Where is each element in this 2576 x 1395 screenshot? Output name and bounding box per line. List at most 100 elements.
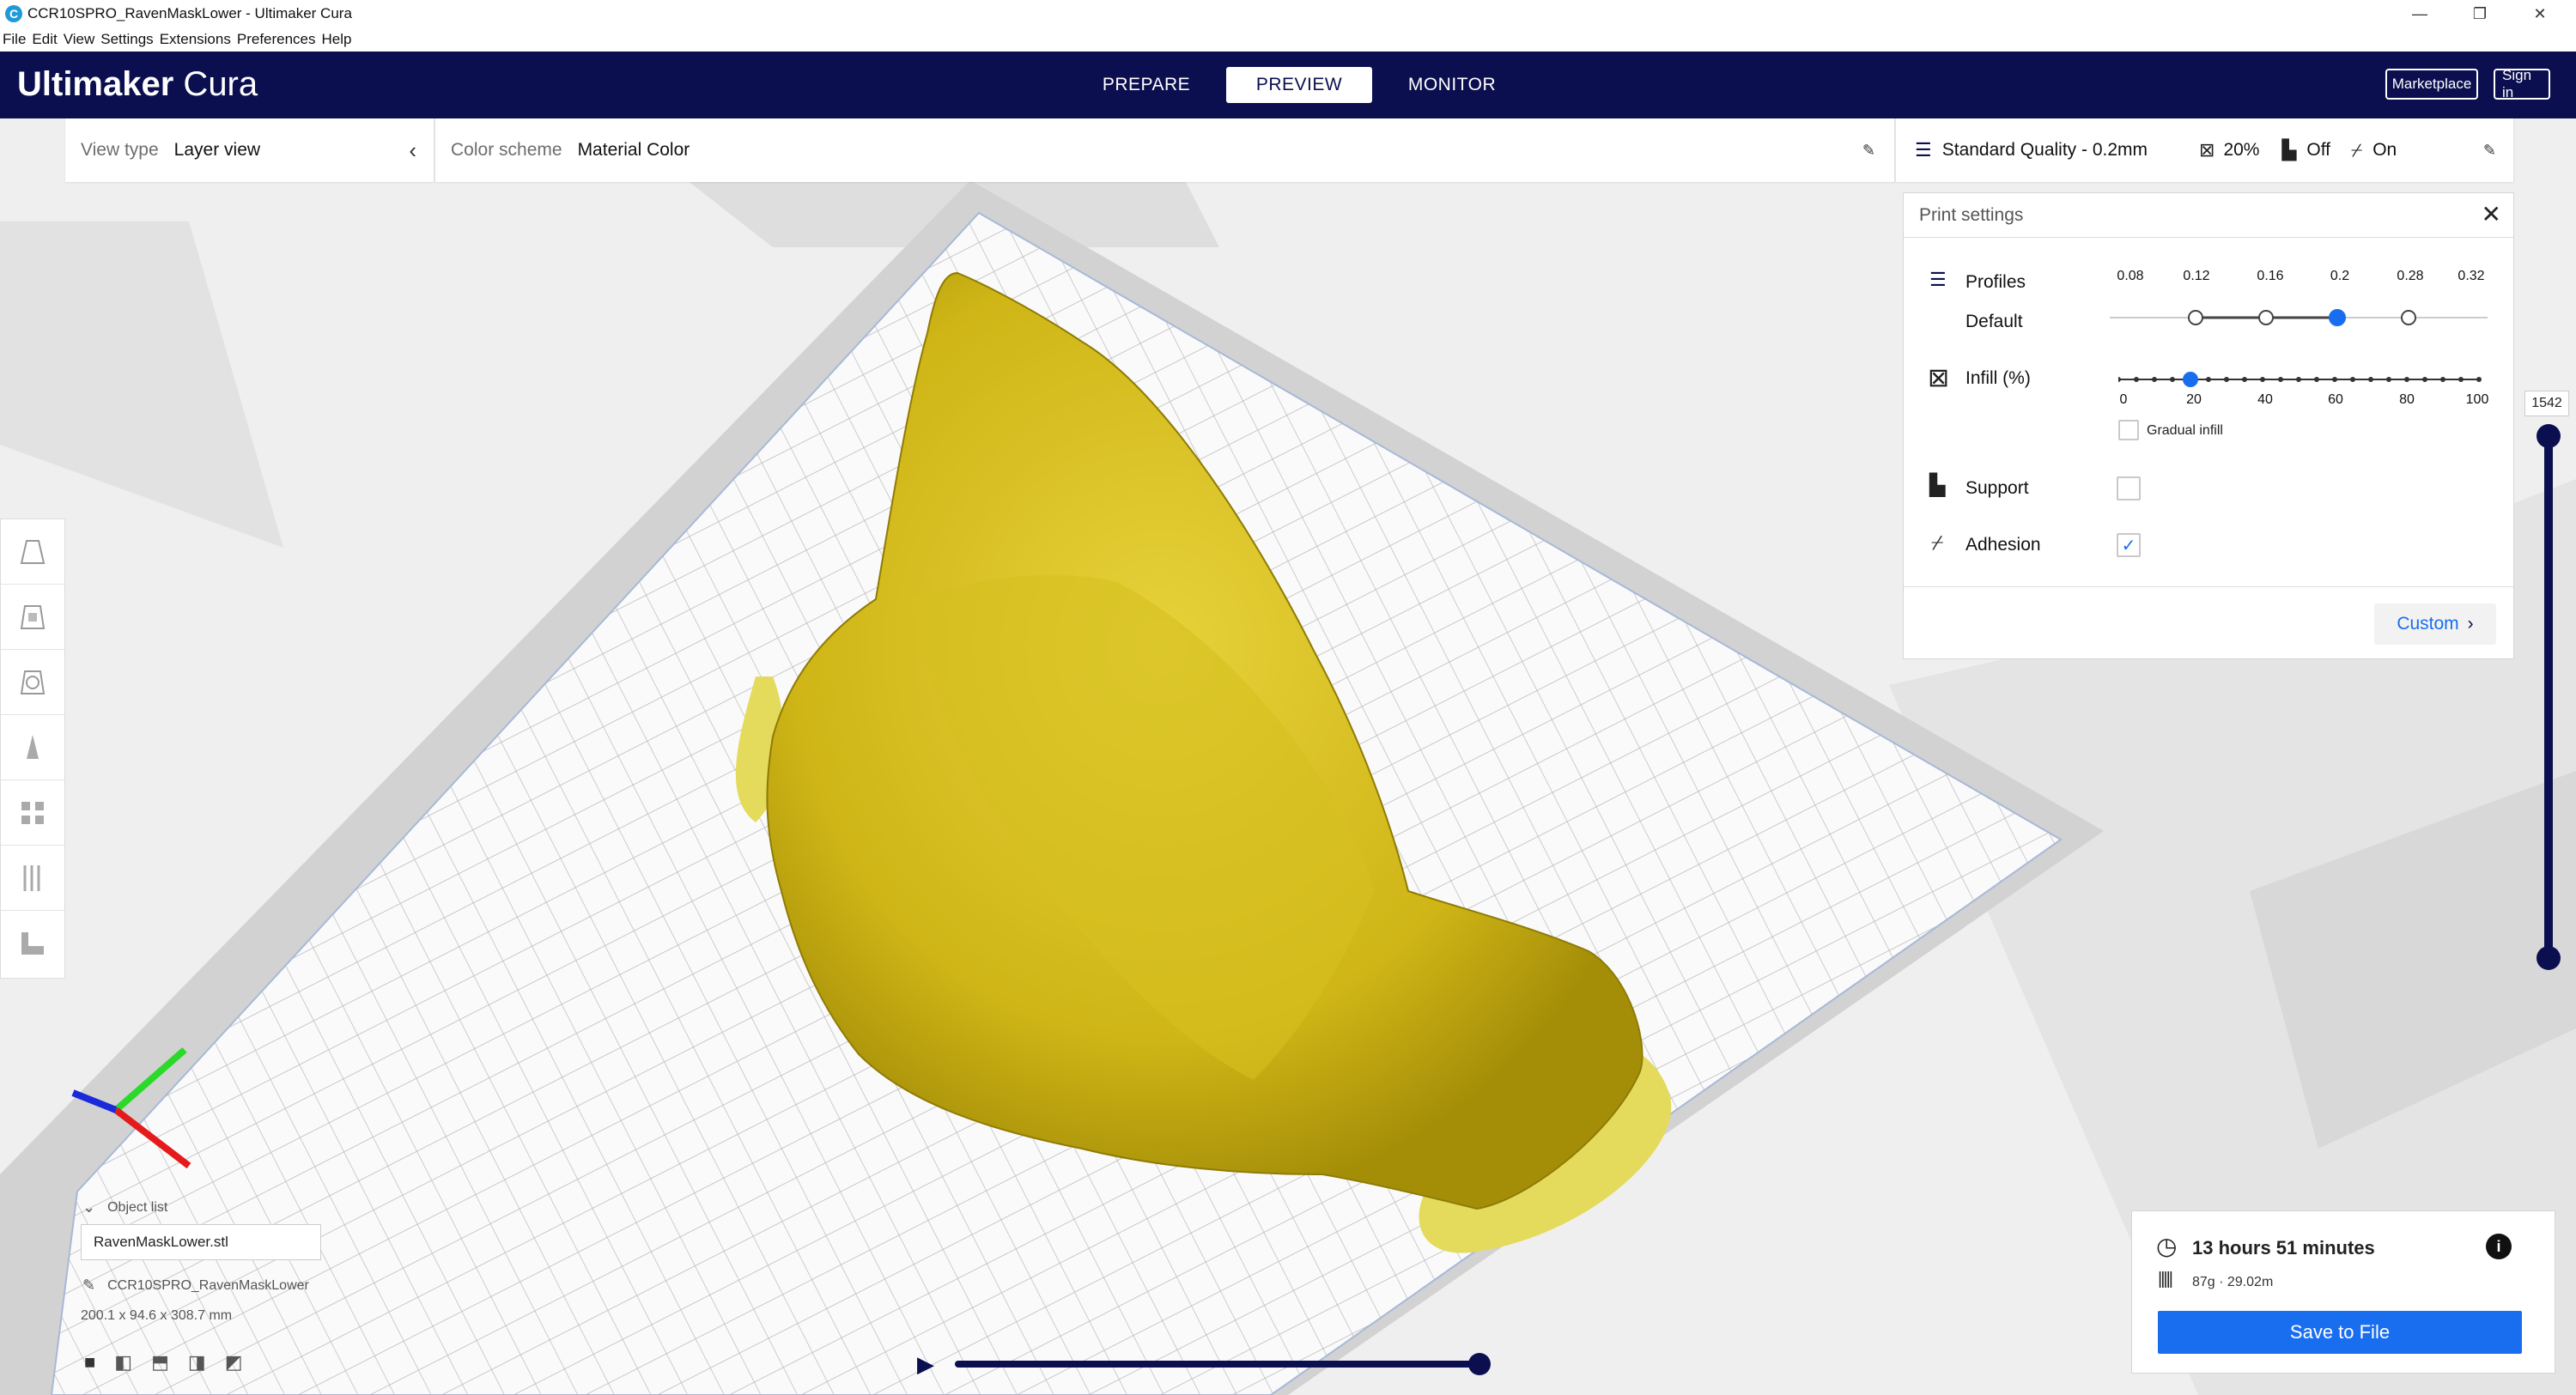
profile-tick-label: 0.28 (2397, 269, 2424, 283)
view-type-panel: View type Layer view ‹ (65, 118, 434, 182)
custom-button-label: Custom (2397, 614, 2459, 634)
profile-slider[interactable] (2110, 305, 2505, 331)
app-header: Ultimaker Cura PREPARE PREVIEW MONITOR M… (0, 52, 2576, 118)
camera-view-buttons: ■ ◧ ⬒ ◨ ◩ (84, 1351, 242, 1374)
infill-value-text: 20% (2223, 140, 2260, 160)
menu-file[interactable]: File (3, 31, 26, 48)
support-icon: ▙ (1929, 474, 1946, 497)
minimize-button[interactable]: — (2396, 0, 2444, 27)
per-model-settings-icon (21, 801, 44, 824)
chevron-left-icon[interactable]: ‹ (409, 137, 416, 164)
support-blocker-tool[interactable] (1, 846, 64, 911)
mirror-icon (27, 734, 39, 759)
adhesion-checkbox[interactable]: ✓ (2117, 533, 2141, 557)
move-tool[interactable] (1, 519, 64, 585)
3d-view-icon[interactable]: ■ (84, 1351, 95, 1374)
mirror-tool[interactable] (1, 715, 64, 780)
close-window-button[interactable]: ✕ (2516, 0, 2564, 27)
top-view-icon[interactable]: ⬒ (151, 1351, 169, 1374)
view-type-dropdown[interactable]: Layer view (174, 140, 260, 161)
model-dimensions: 200.1 x 94.6 x 308.7 mm (81, 1308, 233, 1323)
infill-tick-label: 80 (2399, 392, 2415, 407)
profile-tick-label: 0.12 (2183, 269, 2210, 283)
left-view-icon[interactable]: ◨ (188, 1351, 206, 1374)
sign-in-button[interactable]: Sign in (2494, 67, 2550, 100)
infill-tick-label: 100 (2465, 392, 2489, 407)
pencil-icon[interactable]: ✎ (1862, 142, 1875, 160)
menu-help[interactable]: Help (322, 31, 352, 48)
cura-app-icon: C (5, 5, 22, 22)
gradual-infill-checkbox[interactable] (2118, 420, 2139, 440)
profile-tick-label: 0.08 (2117, 269, 2144, 283)
per-model-settings-tool[interactable] (1, 780, 64, 846)
adhesion-icon: ⌿ (2351, 139, 2363, 161)
material-usage: 87g · 29.02m (2192, 1275, 2274, 1289)
tab-preview[interactable]: PREVIEW (1226, 67, 1372, 103)
left-toolbar (0, 519, 65, 979)
layer-slider-track[interactable] (2544, 434, 2553, 959)
infill-tick-label: 60 (2328, 392, 2343, 407)
pencil-icon[interactable]: ✎ (2483, 142, 2496, 160)
divider (1904, 586, 2513, 587)
scale-icon (20, 604, 46, 629)
menu-view[interactable]: View (64, 31, 95, 48)
layer-slider-top-handle[interactable] (2537, 424, 2561, 448)
color-scheme-dropdown[interactable]: Material Color (578, 140, 690, 161)
adhesion-label: Adhesion (1965, 535, 2041, 555)
profile-slider-stop[interactable] (2401, 310, 2416, 325)
infill-icon: ⊠ (1928, 364, 1950, 392)
layer-path-handle[interactable] (1468, 1353, 1491, 1375)
menu-settings[interactable]: Settings (100, 31, 153, 48)
save-to-file-button[interactable]: Save to File (2158, 1311, 2522, 1354)
layer-slider-bottom-handle[interactable] (2537, 946, 2561, 970)
adhesion-value-text: On (2372, 140, 2397, 160)
menu-edit[interactable]: Edit (32, 31, 57, 48)
rotate-tool[interactable] (1, 650, 64, 715)
restore-button[interactable]: ❐ (2456, 0, 2504, 27)
profile-tick-label: 0.2 (2330, 269, 2350, 283)
infill-tick-label: 0 (2119, 392, 2128, 407)
support-checkbox[interactable] (2117, 476, 2141, 500)
layer-path-slider[interactable] (955, 1361, 1484, 1368)
print-settings-panel: Print settings ✕ ☰ Profiles Default 0.08… (1903, 192, 2514, 659)
lay-flat-tool[interactable] (1, 911, 64, 976)
job-name-row[interactable]: ✎ CCR10SPRO_RavenMaskLower (82, 1277, 309, 1295)
object-list-item[interactable]: RavenMaskLower.stl (81, 1224, 321, 1260)
custom-settings-button[interactable]: Custom › (2374, 603, 2496, 645)
info-icon[interactable]: i (2486, 1234, 2512, 1259)
tab-monitor[interactable]: MONITOR (1379, 67, 1525, 103)
infill-icon: ⊠ (2199, 139, 2215, 161)
infill-slider-handle[interactable] (2183, 372, 2198, 387)
print-setup-bar[interactable]: ☰ Standard Quality - 0.2mm ⊠ 20% ▙ Off ⌿… (1896, 118, 2514, 182)
barcode-icon: ||||| (2158, 1270, 2173, 1289)
tab-prepare[interactable]: PREPARE (1073, 67, 1219, 103)
move-icon (20, 539, 46, 564)
scale-tool[interactable] (1, 585, 64, 650)
support-value-text: Off (2306, 140, 2331, 160)
profile-tick-label: 0.32 (2458, 269, 2485, 283)
profiles-label: Profiles (1965, 272, 2026, 292)
gradual-infill-label: Gradual infill (2147, 423, 2223, 438)
profiles-default-label: Default (1965, 312, 2023, 331)
pencil-icon: ✎ (82, 1277, 96, 1294)
object-list-toggle[interactable]: ⌄ Object list (82, 1198, 167, 1216)
close-icon[interactable]: ✕ (2482, 200, 2501, 228)
marketplace-button[interactable]: Marketplace (2385, 69, 2478, 100)
print-settings-title: Print settings (1919, 204, 2024, 225)
infill-tick-label: 40 (2257, 392, 2273, 407)
layer-number-box[interactable]: 1542 (2524, 391, 2569, 416)
profile-tick-label: 0.16 (2257, 269, 2284, 283)
menu-preferences[interactable]: Preferences (237, 31, 316, 48)
right-view-icon[interactable]: ◩ (225, 1351, 243, 1374)
play-icon[interactable]: ▶ (917, 1351, 934, 1378)
infill-tick-label: 20 (2186, 392, 2202, 407)
infill-slider[interactable] (2118, 369, 2488, 390)
adhesion-icon: ⌿ (1931, 531, 1944, 555)
profile-slider-handle[interactable] (2329, 309, 2346, 326)
color-scheme-label: Color scheme (451, 140, 562, 160)
menu-extensions[interactable]: Extensions (160, 31, 231, 48)
machine-frame-left (0, 221, 283, 548)
front-view-icon[interactable]: ◧ (114, 1351, 132, 1374)
profile-slider-stop[interactable] (2258, 310, 2274, 325)
profile-slider-stop[interactable] (2188, 310, 2203, 325)
